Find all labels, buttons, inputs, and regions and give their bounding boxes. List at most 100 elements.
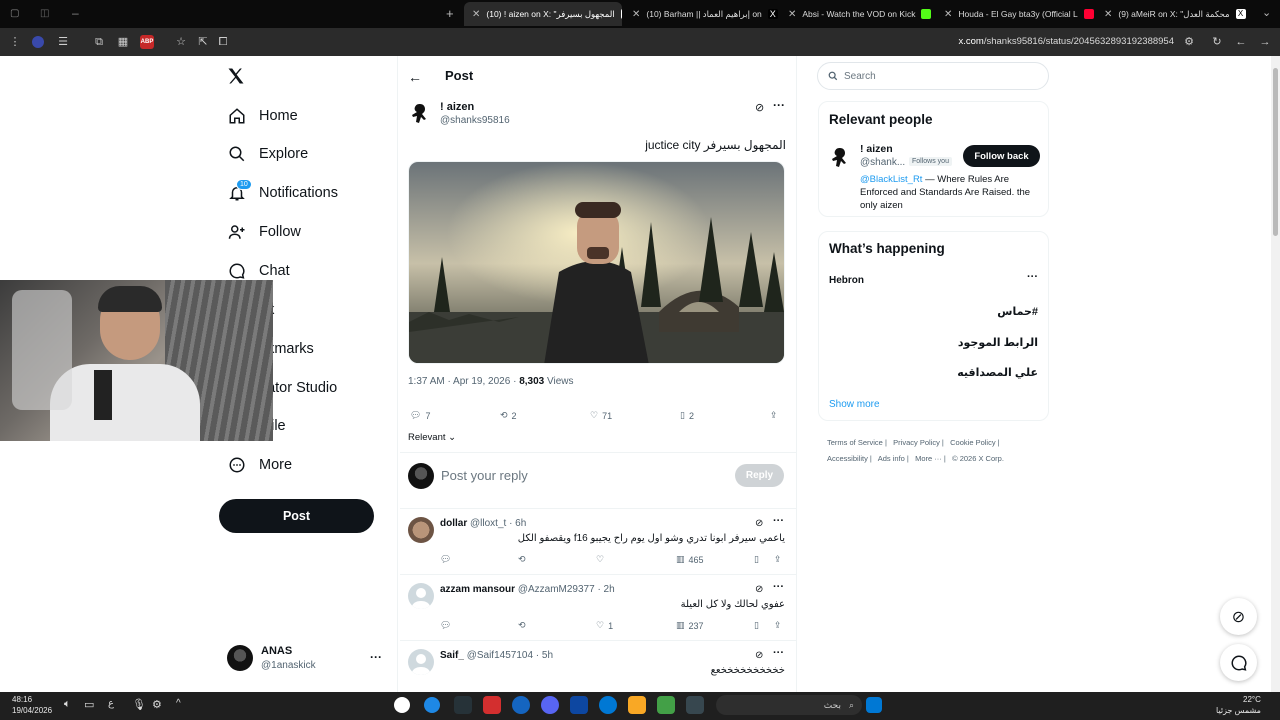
avatar[interactable] (227, 645, 253, 671)
share-icon[interactable]: ⇱ (196, 35, 210, 49)
share-icon[interactable]: ⇪ (774, 554, 782, 565)
file-explorer-icon[interactable] (628, 696, 646, 714)
obs-app-icon[interactable] (394, 697, 410, 713)
network-icon[interactable]: ▭ (84, 698, 94, 711)
footer-link[interactable]: Ads info (878, 454, 905, 463)
grok-icon[interactable]: ⊘ (755, 584, 763, 595)
reply-more-icon[interactable]: ··· (773, 581, 784, 593)
reply-time[interactable]: · 6h (509, 518, 526, 529)
reply-more-icon[interactable]: ··· (773, 515, 784, 527)
star-bookmark-icon[interactable]: ☆ (174, 35, 188, 49)
account-more-icon[interactable]: ··· (370, 650, 382, 664)
like-action[interactable]: ♡ 1 (596, 620, 613, 631)
post-author-handle[interactable]: @shanks95816 (440, 115, 510, 126)
reply-author-name[interactable]: azzam mansour (440, 584, 515, 595)
post-time[interactable]: 1:37 AM · Apr 19, 2026 (408, 376, 510, 387)
screenshot-icon[interactable]: ⧠ (216, 35, 230, 49)
scrollbar[interactable] (1271, 56, 1280, 692)
bookmark-icon[interactable]: ▯ (754, 554, 759, 565)
sort-dropdown[interactable]: Relevant ⌄ (408, 432, 456, 443)
list-item[interactable]: Saif_ @Saif1457104 · 5h ⊘ ··· خخخخخخخخخخ… (400, 640, 796, 692)
nav-item-home[interactable]: Home (227, 103, 298, 129)
scrollbar-thumb[interactable] (1273, 68, 1278, 236)
footer-link[interactable]: Accessibility (827, 454, 868, 463)
chevron-up-icon[interactable]: ^ (176, 698, 181, 709)
close-tab-icon[interactable]: ✕ (632, 9, 640, 20)
site-settings-icon[interactable]: ⚙ (1182, 35, 1196, 49)
follow-back-button[interactable]: Follow back (963, 145, 1040, 167)
tab-group-icon[interactable]: ◫ (40, 8, 49, 19)
repost-icon[interactable]: ⟲ (518, 620, 526, 631)
tab-4[interactable]: ✕ (9) aMeiR on X: "محكمة العدل X (1096, 4, 1256, 24)
app-icon[interactable] (512, 696, 530, 714)
trend-item[interactable]: #حماس (997, 305, 1038, 318)
minimize-icon[interactable]: – (72, 6, 79, 20)
trend-location[interactable]: Hebron (829, 275, 864, 286)
grok-float-button[interactable]: ⊘ (1220, 598, 1257, 635)
store-app-icon[interactable] (570, 696, 588, 714)
post-button[interactable]: Post (219, 499, 374, 533)
window-control-icon[interactable]: ▢ (10, 8, 19, 19)
avatar[interactable] (408, 100, 434, 130)
tab-1[interactable]: ✕ (10) Barham || إبراهيم العماد on X (624, 4, 778, 24)
post-author-name[interactable]: ! aizen (440, 101, 474, 113)
tray-icon[interactable]: ⚙ (152, 698, 162, 711)
tab-3[interactable]: ✕ Houda - El Gay bta3y (Official L (936, 4, 1094, 24)
grok-icon[interactable]: ⊘ (755, 101, 764, 114)
nav-item-more[interactable]: More (227, 452, 292, 478)
extension-icon[interactable]: ▦ (116, 35, 130, 49)
avatar[interactable] (408, 583, 434, 609)
forward-arrow-icon[interactable]: → (1258, 35, 1272, 49)
adblock-icon[interactable]: ABP (140, 35, 154, 49)
trend-item[interactable]: الرابط الموجود (958, 336, 1038, 349)
search-input[interactable]: Search (817, 62, 1049, 90)
reply-icon[interactable]: 💬︎ (440, 620, 451, 631)
back-arrow-icon[interactable]: ← (1234, 35, 1248, 49)
grok-icon[interactable]: ⊘ (755, 518, 763, 529)
reply-author-handle[interactable]: @AzzamM29377 (518, 584, 595, 595)
reply-icon[interactable]: 💬︎ (440, 554, 451, 565)
back-arrow-icon[interactable]: ← (408, 69, 422, 85)
extension-icon[interactable] (32, 36, 44, 48)
views-action[interactable]: ▥ 237 (676, 620, 704, 631)
post-more-icon[interactable]: ··· (773, 98, 785, 112)
nav-item-follow[interactable]: Follow (227, 219, 301, 245)
sidebar-toggle-icon[interactable]: ☰ (56, 35, 70, 49)
trend-item[interactable]: علي المصداقيه (957, 366, 1038, 379)
list-item[interactable]: dollar @lloxt_t · 6h ⊘ ··· ياعمي سيرفر ا… (400, 508, 796, 574)
terminal-app-icon[interactable] (454, 696, 472, 714)
avatar[interactable] (408, 649, 434, 675)
like-action[interactable]: ♡ (596, 554, 608, 565)
discord-app-icon[interactable] (541, 696, 559, 714)
tab-2[interactable]: ✕ Absi - Watch the VOD on Kick (780, 4, 934, 24)
footer-link[interactable]: Privacy Policy (893, 438, 940, 447)
reload-icon[interactable]: ↻ (1210, 35, 1224, 49)
chrome-app-icon[interactable] (424, 697, 440, 713)
reply-input[interactable]: Post your reply (441, 468, 528, 483)
app-icon[interactable] (657, 696, 675, 714)
reply-author-handle[interactable]: @lloxt_t (470, 518, 506, 529)
repost-icon[interactable]: ⟲ (518, 554, 526, 565)
footer-link[interactable]: Terms of Service (827, 438, 883, 447)
person-handle[interactable]: @shank... (860, 157, 905, 168)
volume-icon[interactable]: 🔈︎ (64, 698, 71, 711)
nav-item-notifications[interactable]: 10 Notifications (227, 179, 338, 206)
close-tab-icon[interactable]: ✕ (944, 9, 952, 20)
extensions-puzzle-icon[interactable]: ⧉ (92, 35, 106, 49)
language-indicator[interactable]: ع (108, 698, 114, 709)
edge-app-icon[interactable] (599, 696, 617, 714)
chat-float-button[interactable] (1220, 644, 1257, 681)
footer-link[interactable]: More ··· (915, 454, 942, 463)
reply-action[interactable]: 💬︎ 7 (410, 410, 430, 421)
close-tab-icon[interactable]: ✕ (788, 9, 796, 20)
share-icon[interactable]: ⇪ (770, 410, 778, 421)
bio-link[interactable]: @BlackList_Rt (860, 174, 922, 185)
tab-0[interactable]: ✕ (10) ! aizen on X: "المجهول بسيرفر X (464, 2, 622, 26)
show-more-link[interactable]: Show more (829, 399, 880, 410)
bookmark-action[interactable]: ▯ 2 (680, 410, 694, 421)
share-icon[interactable]: ⇪ (774, 620, 782, 631)
post-image[interactable] (408, 161, 785, 364)
x-logo-icon[interactable] (226, 66, 246, 86)
footer-link[interactable]: Cookie Policy (950, 438, 995, 447)
close-tab-icon[interactable]: ✕ (472, 9, 480, 20)
